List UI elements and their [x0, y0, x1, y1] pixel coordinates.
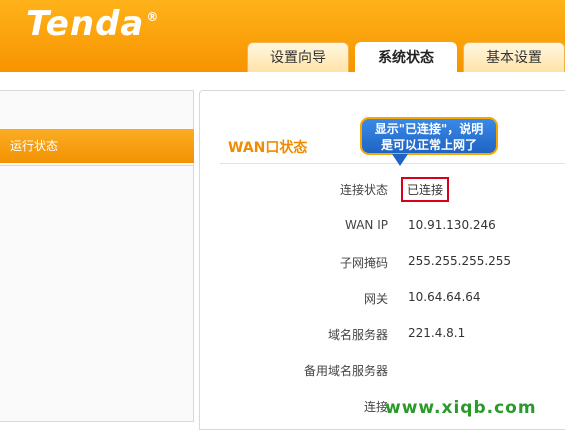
value-connection-status: 已连接	[401, 177, 450, 202]
sub-bar	[0, 72, 565, 90]
callout-pointer	[392, 154, 408, 166]
value-subnet-mask: 255.255.255.255	[408, 254, 512, 268]
logo-text: Tenda	[26, 4, 145, 44]
registered-mark: ®	[146, 10, 160, 24]
sidebar: 运行状态	[0, 90, 194, 422]
value-wan-ip: 10.91.130.246	[408, 218, 496, 232]
label-connection: 连接	[363, 400, 388, 414]
label-dns-server: 域名服务器	[327, 328, 388, 342]
label-gateway: 网关	[363, 292, 388, 306]
label-backup-dns: 备用域名服务器	[303, 364, 388, 378]
value-dns-server: 221.4.8.1	[408, 326, 466, 340]
sidebar-item-run-status[interactable]: 运行状态	[0, 129, 194, 163]
tab-system-status[interactable]: 系统状态	[355, 42, 457, 73]
callout-line-1: 显示"已连接"，说明	[374, 122, 484, 136]
tenda-logo: Tenda ®	[26, 4, 160, 44]
value-gateway: 10.64.64.64	[408, 290, 481, 304]
section-title: WAN口状态	[228, 140, 308, 156]
header-bar: Tenda ® 设置向导 系统状态 基本设置	[0, 0, 565, 73]
label-wan-ip: WAN IP	[345, 218, 388, 232]
annotation-callout: 显示"已连接"，说明 是可以正常上网了	[360, 117, 498, 155]
tab-setup-wizard[interactable]: 设置向导	[247, 42, 349, 72]
callout-line-2: 是可以正常上网了	[380, 138, 477, 152]
tab-basic-settings[interactable]: 基本设置	[463, 42, 565, 72]
label-connection-status: 连接状态	[339, 183, 388, 197]
label-subnet-mask: 子网掩码	[339, 256, 388, 270]
watermark: www.xiqb.com	[385, 398, 537, 418]
sidebar-divider	[0, 165, 194, 166]
